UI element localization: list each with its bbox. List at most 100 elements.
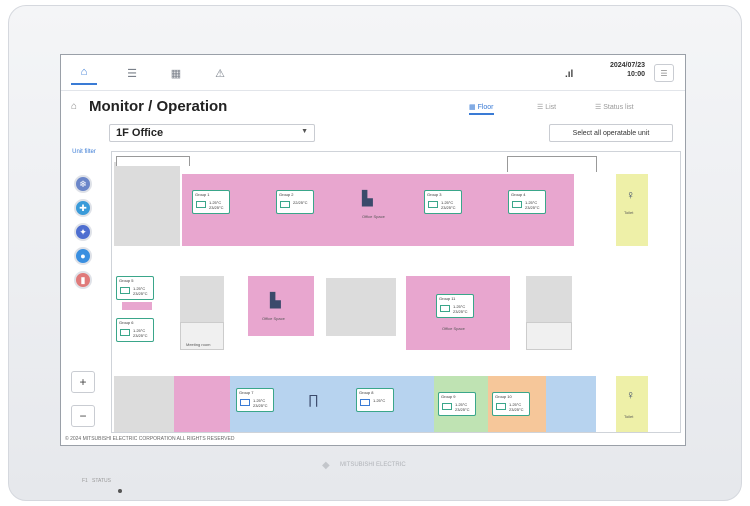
zoom-in-button[interactable]: +	[71, 371, 95, 393]
group-card[interactable]: Group 8 1.25°C	[356, 388, 394, 412]
room-pink-bottom[interactable]	[174, 376, 230, 432]
energy-tab[interactable]: ▦	[163, 61, 189, 85]
group-value: 1.25°C 23/25°C	[455, 402, 470, 412]
mitsubishi-logo-icon: ◆	[322, 460, 330, 471]
status-led	[118, 489, 122, 493]
room-label: Office Space	[442, 326, 465, 331]
unit-icon	[442, 403, 452, 410]
room-label: Office Space	[262, 316, 285, 321]
group-card[interactable]: Group 6 1.25°C 23/25°C	[116, 318, 154, 342]
group-card[interactable]: Group 11 1.25°C 23/25°C	[436, 294, 474, 318]
filter-water-heater-button[interactable]: ●	[74, 247, 92, 265]
unit-icon	[440, 305, 450, 312]
room-gray	[114, 162, 180, 246]
group-card[interactable]: Group 1 1.25°C 23/25°C	[192, 190, 230, 214]
person-icon: ♀	[626, 388, 635, 402]
room-pink-small	[122, 302, 152, 310]
tab-floor[interactable]: ▦ Floor	[469, 103, 494, 115]
group-name: Group 11	[439, 296, 456, 301]
status-area: F1 STATUS	[82, 478, 111, 484]
copyright-text: © 2024 MITSUBISHI ELECTRIC CORPORATION A…	[65, 436, 235, 442]
monitor-icon: ⌂	[80, 66, 88, 78]
floor-plan[interactable]: ♀ Toilet Group 1 1.25°C 23/25°C Group 2 22…	[111, 151, 681, 433]
water-heater-icon: ●	[80, 251, 86, 261]
wall	[116, 156, 190, 166]
unit-filter-label: Unit filter	[72, 149, 96, 155]
group-value: 1.25°C 23/25°C	[209, 200, 224, 210]
unit-icon	[280, 201, 290, 208]
group-name: Group 2	[279, 192, 294, 197]
unit-icon	[512, 201, 522, 208]
zoom-out-button[interactable]: −	[71, 405, 95, 427]
room-blue-bottom-right[interactable]	[546, 376, 596, 432]
desk-icon: ▙	[362, 190, 373, 206]
group-card[interactable]: Group 5 1.25°C 23/25°C	[116, 276, 154, 300]
unit-icon	[428, 201, 438, 208]
group-card[interactable]: Group 2 22/25°C	[276, 190, 314, 214]
group-card[interactable]: Group 3 1.25°C 23/25°C	[424, 190, 462, 214]
room-toilet-yellow-bottom[interactable]	[616, 376, 648, 432]
unit-icon	[360, 399, 370, 406]
tab-floor-label: Floor	[477, 104, 494, 111]
unit-icon	[496, 403, 506, 410]
tab-status-list[interactable]: ☰ Status list	[595, 103, 634, 111]
energy-icon: ▦	[170, 67, 182, 80]
group-card[interactable]: Group 7 1.25°C 23/25°C	[236, 388, 274, 412]
floor-select[interactable]: 1F Office ▼	[109, 124, 315, 142]
signal-icon: .ıl	[565, 69, 574, 80]
schedule-tab[interactable]: ☰	[119, 61, 145, 85]
room-meeting	[526, 322, 572, 350]
group-card[interactable]: Group 4 1.25°C 23/25°C	[508, 190, 546, 214]
group-value: 1.25°C 23/25°C	[509, 402, 524, 412]
room-gray	[114, 376, 174, 432]
schedule-icon: ☰	[127, 67, 137, 80]
room-office-pink-mid[interactable]	[248, 276, 314, 336]
room-gray	[326, 278, 396, 336]
group-card[interactable]: Group 10 1.25°C 23/25°C	[492, 392, 530, 416]
page-title: Monitor / Operation	[89, 98, 228, 115]
unit-icon	[120, 287, 130, 294]
chevron-down-icon: ▼	[301, 128, 308, 135]
door-icon: ∏	[308, 392, 319, 407]
unit-icon	[196, 201, 206, 208]
group-name: Group 8	[359, 390, 374, 395]
tab-list[interactable]: ☰ List	[537, 103, 556, 111]
tab-status-list-label: Status list	[603, 104, 634, 111]
group-name: Group 3	[427, 192, 442, 197]
group-name: Group 10	[495, 394, 512, 399]
group-value: 1.25°C 23/25°C	[253, 398, 268, 408]
date-text: 2024/07/23	[609, 62, 645, 69]
time-text: 10:00	[627, 71, 645, 78]
hot-water-icon: ✦	[79, 226, 87, 237]
room-label: Toilet	[624, 210, 634, 215]
filter-general-equipment-button[interactable]: ▮	[74, 271, 92, 289]
power-label: F1	[82, 478, 88, 484]
monitor-tab[interactable]: ⌂	[71, 61, 97, 85]
alarm-icon: ⚠	[215, 67, 225, 80]
monitor-title-icon: ⌂	[71, 101, 78, 112]
filter-ventilation-button[interactable]: ✚	[74, 199, 92, 217]
unit-icon	[120, 329, 130, 336]
top-nav-bar: ⌂ ☰ ▦ ⚠ .ıl 2024/07/23 10:00 ☰	[61, 55, 685, 91]
brand-name: MITSUBISHI ELECTRIC	[340, 462, 406, 468]
group-name: Group 9	[441, 394, 456, 399]
group-value: 1.25°C 23/25°C	[133, 286, 148, 296]
group-card[interactable]: Group 9 1.25°C 23/25°C	[438, 392, 476, 416]
wall	[507, 156, 597, 172]
menu-button[interactable]: ☰	[654, 64, 674, 82]
air-conditioner-icon: ❄	[79, 178, 87, 189]
select-all-button[interactable]: Select all operatable unit	[549, 124, 673, 142]
status-label: STATUS	[92, 478, 111, 484]
room-gray	[180, 276, 224, 322]
alarm-tab[interactable]: ⚠	[207, 61, 233, 85]
filter-air-conditioner-button[interactable]: ❄	[74, 175, 92, 193]
room-label: Meeting room	[186, 342, 211, 347]
group-value: 1.25°C 23/25°C	[441, 200, 456, 210]
filter-hot-water-button[interactable]: ✦	[74, 223, 92, 241]
desk-icon: ▙	[270, 292, 281, 308]
tab-list-label: List	[545, 104, 557, 111]
group-name: Group 5	[119, 278, 134, 283]
floor-select-value: 1F Office	[116, 127, 164, 139]
group-value: 1.25°C 23/25°C	[525, 200, 540, 210]
group-name: Group 6	[119, 320, 134, 325]
